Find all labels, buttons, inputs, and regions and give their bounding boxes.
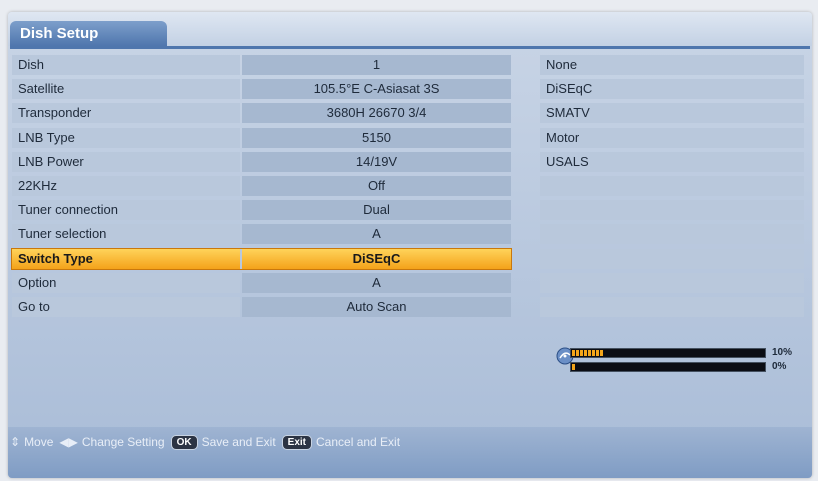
setting-label: Tuner selection [12,224,240,245]
title-divider [10,46,810,49]
setting-row-tuner-selection[interactable]: Tuner selection A [12,224,511,245]
footer-save-label: Save and Exit [201,435,276,449]
setting-label: Tuner connection [12,200,240,221]
switch-option-item[interactable]: None [540,55,804,75]
window-title: Dish Setup [10,21,167,46]
switch-option-item[interactable]: SMATV [540,103,804,124]
setting-row-dish[interactable]: Dish 1 [12,55,511,75]
footer-save: OK Save and Exit [170,434,276,450]
setting-label: LNB Power [12,151,240,172]
setting-value[interactable]: A [242,272,511,293]
switch-option-item[interactable]: Motor [540,127,804,148]
setting-label: LNB Type [12,127,240,148]
setting-row-go-to[interactable]: Go to Auto Scan [12,297,511,317]
footer-change: ◀▶ Change Setting [59,435,164,449]
footer-help: ⇕ Move ◀▶ Change Setting OK Save and Exi… [10,433,810,451]
setting-row-switch-type[interactable]: Switch Type DiSEqC [11,247,512,270]
setting-row-transponder[interactable]: Transponder 3680H 26670 3/4 [12,103,511,124]
switch-option-item[interactable] [540,200,804,221]
setting-label: Satellite [12,79,240,100]
setting-label: Switch Type [12,248,240,269]
footer-move-label: Move [24,435,54,449]
setting-row-lnb-type[interactable]: LNB Type 5150 [12,127,511,148]
signal-strength-fill [572,350,603,356]
setting-value[interactable]: 5150 [242,127,511,148]
left-right-arrow-icon: ◀▶ [59,435,78,449]
switch-option-item[interactable] [540,224,804,245]
exit-key-icon: Exit [281,434,312,450]
ok-key-icon: OK [170,434,198,450]
setting-value[interactable]: 14/19V [242,151,511,172]
setting-value[interactable]: Off [242,176,511,196]
switch-option-item[interactable] [540,176,804,196]
setting-value[interactable]: Auto Scan [242,297,511,317]
signal-quality-bar [570,362,766,372]
signal-quality-fill [572,364,575,370]
setting-row-22khz[interactable]: 22KHz Off [12,176,511,196]
setting-value[interactable]: 105.5°E C-Asiasat 3S [242,79,511,100]
up-down-arrow-icon: ⇕ [10,435,21,449]
setting-row-option[interactable]: Option A [12,272,511,293]
switch-option-item[interactable] [540,297,804,317]
setting-value[interactable]: Dual [242,200,511,221]
setting-value[interactable]: 1 [242,55,511,75]
setting-label: Transponder [12,103,240,124]
setting-label: Option [12,272,240,293]
setting-value[interactable]: 3680H 26670 3/4 [242,103,511,124]
footer-move: ⇕ Move [10,435,53,449]
switch-option-item[interactable]: USALS [540,151,804,172]
setting-row-lnb-power[interactable]: LNB Power 14/19V [12,151,511,172]
setting-row-tuner-connection[interactable]: Tuner connection Dual [12,200,511,221]
setting-label: Go to [12,297,240,317]
signal-quality-value: 0% [772,361,787,372]
setting-value[interactable]: A [242,224,511,245]
footer-change-label: Change Setting [81,435,165,449]
signal-strength-bar [570,348,766,358]
footer-cancel-label: Cancel and Exit [316,435,401,449]
dish-setup-screen: Dish Setup Dish 1 Satellite 105.5°E C-Asias… [0,0,818,481]
switch-option-item[interactable] [540,248,804,269]
setting-row-satellite[interactable]: Satellite 105.5°E C-Asiasat 3S [12,79,511,100]
switch-option-item[interactable] [540,272,804,293]
setting-label: Dish [12,55,240,75]
switch-option-item[interactable]: DiSEqC [540,79,804,100]
footer-cancel: Exit Cancel and Exit [281,434,401,450]
signal-strength-value: 10% [772,347,793,358]
setting-value[interactable]: DiSEqC [242,248,511,269]
setting-label: 22KHz [12,176,240,196]
